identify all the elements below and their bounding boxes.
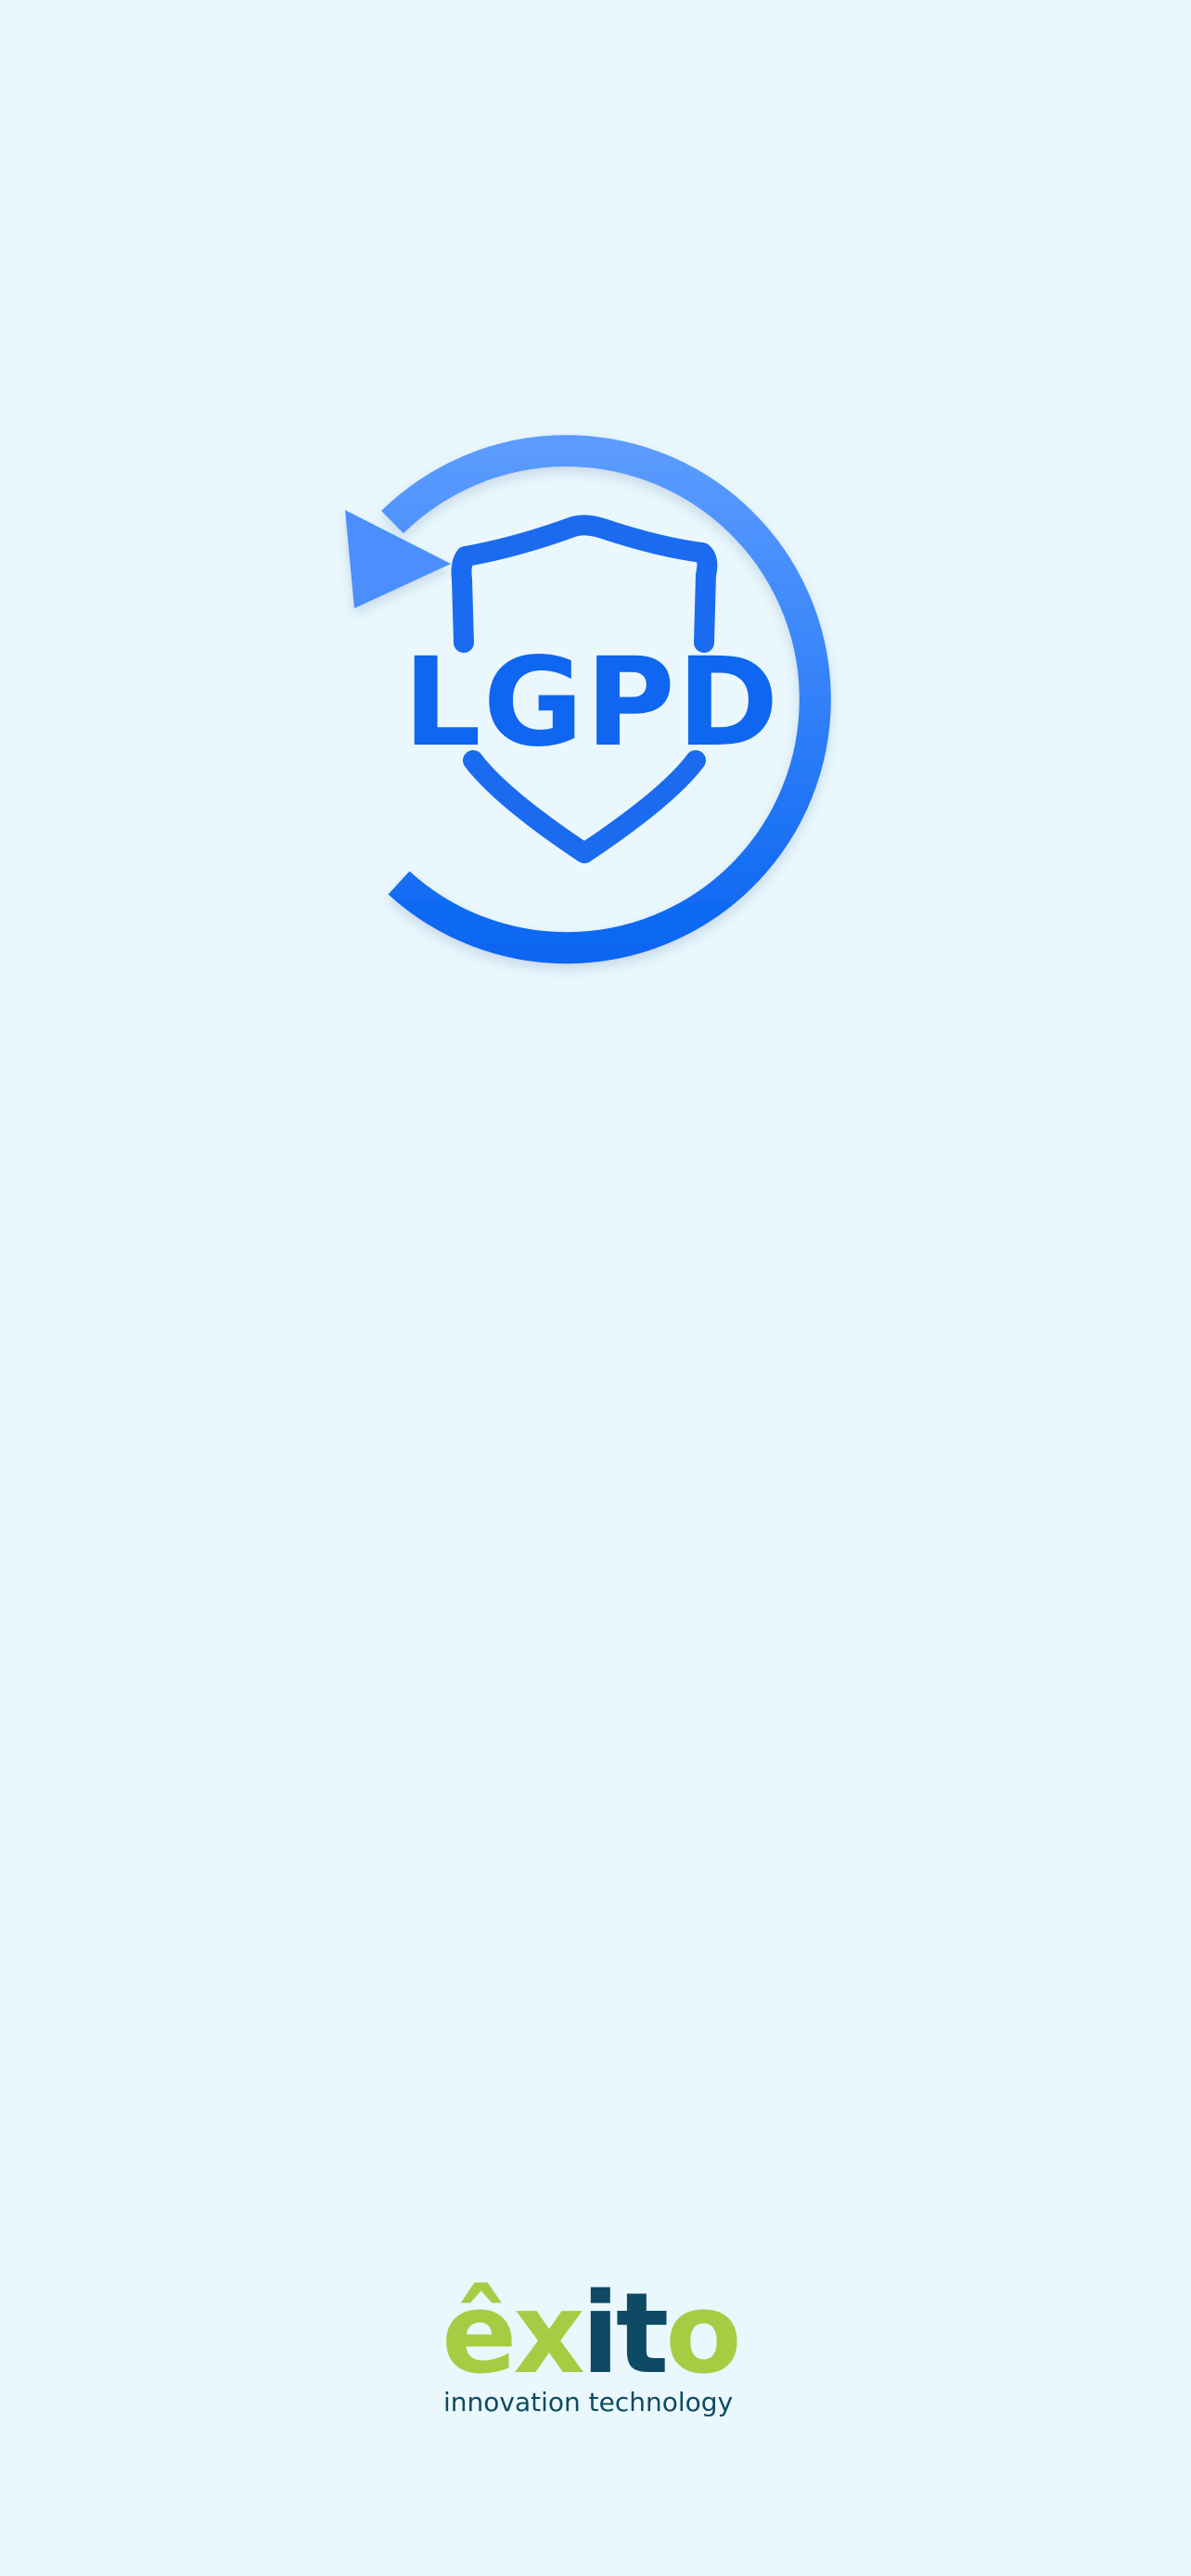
exito-brand-logo: êxito innovation technology bbox=[436, 2259, 770, 2417]
lgpd-logo: LGPD bbox=[334, 427, 853, 983]
brand-name-part2: it bbox=[582, 2270, 667, 2399]
brand-tagline: innovation technology bbox=[443, 2387, 733, 2417]
lgpd-text: LGPD bbox=[403, 631, 781, 774]
brand-name: êxito bbox=[442, 2270, 738, 2399]
brand-name-part3: o bbox=[665, 2270, 737, 2399]
brand-name-part1: êx bbox=[442, 2270, 583, 2399]
shield-outline bbox=[455, 515, 718, 653]
refresh-shield-icon: LGPD bbox=[345, 435, 831, 964]
shield-bottom bbox=[463, 750, 706, 863]
